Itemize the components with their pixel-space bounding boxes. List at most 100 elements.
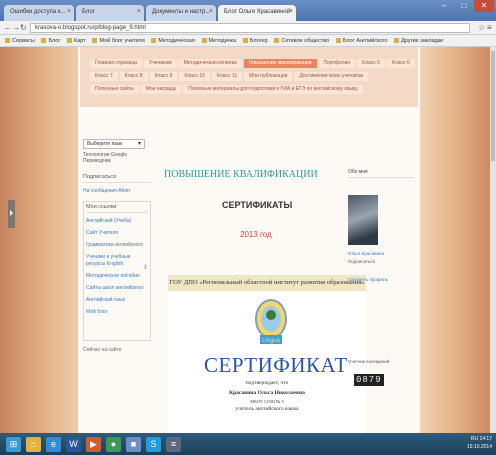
profile-name-link[interactable]: Ольга Красавина xyxy=(348,251,384,256)
menu-item[interactable]: Класс 8 xyxy=(119,72,148,81)
tab-close-icon[interactable]: × xyxy=(289,8,293,15)
menu-item[interactable]: Главная страница xyxy=(90,59,142,68)
sidebar-link[interactable]: Сайты школ английского xyxy=(86,285,148,292)
subscribe-link[interactable]: На сообщения Atom xyxy=(83,188,151,195)
about-heading: Обо мне xyxy=(348,169,414,178)
sidebar-link[interactable]: Ученики и учебные ресурсы English xyxy=(86,254,148,268)
bookmark-item[interactable]: Мой блог учителя xyxy=(92,35,145,46)
tab-label: Документы и настр... xyxy=(152,9,211,15)
folder-icon[interactable]: ■ xyxy=(126,437,141,452)
sidebar-link[interactable]: Мой блог xyxy=(86,309,148,316)
star-icon[interactable]: ☆ xyxy=(478,23,485,33)
explorer-icon[interactable]: ⌂ xyxy=(26,437,41,452)
menu-item[interactable]: Ученикам xyxy=(143,59,177,68)
bookmark-item[interactable]: Карт xyxy=(67,35,86,46)
page-title: ПОВЫШЕНИЕ КВАЛИФИКАЦИИ xyxy=(164,169,318,180)
tray-date[interactable]: 19.10.2014 xyxy=(467,443,492,451)
minimize-icon[interactable]: – xyxy=(434,0,454,12)
bookmark-item[interactable]: Блог xyxy=(41,35,60,46)
forward-icon[interactable]: → xyxy=(12,23,20,33)
bookmark-item[interactable]: Блогер xyxy=(242,35,268,46)
tab-close-icon[interactable]: × xyxy=(209,8,213,15)
sidebar-link[interactable]: Английский (Учеба) xyxy=(86,218,148,225)
menu-row: Класс 7 Класс 8 Класс 9 Класс 10 Класс 11 Мои… xyxy=(90,72,370,81)
menu-item[interactable]: Полезные материалы для подготовки к ГИА … xyxy=(183,85,363,94)
bookmark-favicon-icon xyxy=(67,38,73,44)
skype-icon[interactable]: S xyxy=(146,437,161,452)
tab-2[interactable]: Блог × xyxy=(76,5,144,21)
tab-close-icon[interactable]: × xyxy=(67,8,71,15)
menu-item[interactable]: Методическая копилка xyxy=(178,59,242,68)
ie-icon[interactable]: e xyxy=(46,437,61,452)
menu-item[interactable]: Мои награды xyxy=(140,85,182,94)
profile-photo[interactable] xyxy=(348,195,378,245)
menu-item[interactable]: Повышение квалификации xyxy=(243,59,317,68)
bookmark-favicon-icon xyxy=(5,38,10,44)
bookmark-item[interactable]: Методическая xyxy=(151,35,195,46)
decorative-background-left xyxy=(0,47,90,433)
start-icon[interactable]: ⊞ xyxy=(6,437,21,452)
menu-item[interactable]: Мои публикации xyxy=(244,72,293,81)
certificate-issuer: ГОУ ДПО «Региональный областной институт… xyxy=(168,275,366,291)
tray-time[interactable]: 14:17 xyxy=(479,436,492,442)
menu-item[interactable]: Класс 6 xyxy=(386,59,415,68)
reload-icon[interactable]: ↻ xyxy=(20,23,27,33)
word-icon[interactable]: W xyxy=(66,437,81,452)
menu-item[interactable]: Класс 10 xyxy=(179,72,210,81)
certificate-name: Красавина Ольга Николаевна xyxy=(229,390,305,396)
media-icon[interactable]: ▶ xyxy=(86,437,101,452)
year-label: 2013 год xyxy=(240,230,272,239)
menu-item[interactable]: Класс 7 xyxy=(90,72,118,81)
menu-item[interactable]: Достижения моих учеников xyxy=(294,72,369,81)
tab-label: Блог Ольги Красавиной xyxy=(224,9,291,15)
bookmark-favicon-icon xyxy=(201,38,207,44)
close-window-icon[interactable]: ✕ xyxy=(474,0,494,12)
bookmark-favicon-icon xyxy=(394,38,400,44)
certificate-school: МБОУ СОШ № 5 xyxy=(250,399,284,404)
sidebar-link[interactable]: Методическое пособие xyxy=(86,273,148,280)
tab-close-icon[interactable]: × xyxy=(137,8,141,15)
network-icon[interactable]: ≡ xyxy=(166,437,181,452)
widget-scroll-icon[interactable]: ⇕ xyxy=(143,264,148,271)
sidebar-link[interactable]: Английский язык xyxy=(86,297,148,304)
sidebar-link[interactable]: Сайт Учителя xyxy=(86,230,148,237)
decorative-background-right xyxy=(418,47,496,433)
scrollbar-thumb[interactable] xyxy=(491,51,495,161)
menu-item[interactable]: Класс 9 xyxy=(149,72,178,81)
tab-1[interactable]: Ошибки доступа к... × xyxy=(4,5,74,21)
menu-item[interactable]: Портфолио xyxy=(318,59,356,68)
menu-item[interactable]: Класс 11 xyxy=(211,72,243,81)
bookmark-item[interactable]: Методичка xyxy=(201,35,236,46)
bookmark-item[interactable]: Блог Английского xyxy=(335,35,387,46)
bookmark-item[interactable]: Сетевое общество xyxy=(274,35,329,46)
follow-link[interactable]: Подписаться xyxy=(348,259,375,264)
certificate-image[interactable]: ГОУ ДПО «Региональный областной институт… xyxy=(168,275,366,433)
bookmark-favicon-icon xyxy=(92,38,98,44)
full-profile-link[interactable]: Смотреть профиль xyxy=(348,277,388,282)
language-select[interactable]: Выберите язык ▾ xyxy=(83,139,145,149)
url-input[interactable]: krasova-o.blogspot.ru/p/blog-page_9.html xyxy=(30,23,470,33)
menu-item[interactable]: Класс 5 xyxy=(357,59,385,68)
tab-3[interactable]: Документы и настр... × xyxy=(146,5,216,21)
menu-icon[interactable]: ≡ xyxy=(487,23,492,33)
chrome-icon[interactable]: ● xyxy=(106,437,121,452)
bookmark-item[interactable]: Сервисы xyxy=(5,35,35,46)
back-icon[interactable]: ← xyxy=(4,23,12,33)
side-expand-icon[interactable] xyxy=(8,200,15,228)
tray-lang[interactable]: RU xyxy=(471,436,478,442)
bookmark-item[interactable]: Другие закладки xyxy=(394,35,443,46)
page-scrollbar[interactable] xyxy=(490,47,496,433)
bookmark-favicon-icon xyxy=(41,38,47,44)
chevron-down-icon: ▾ xyxy=(137,141,141,147)
bookmark-favicon-icon xyxy=(274,38,280,44)
right-sidebar: Обо мне Ольга Красавина Подписаться Смот… xyxy=(348,169,414,386)
maximize-icon[interactable]: □ xyxy=(454,0,474,12)
tab-active[interactable]: Блог Ольги Красавиной × xyxy=(218,5,296,21)
menu-item[interactable]: Полезные сайты xyxy=(90,85,139,94)
links-heading: Мои ссылки xyxy=(86,204,148,213)
bookmark-favicon-icon xyxy=(335,38,341,44)
certificate-title: СЕРТИФИКАТ xyxy=(204,353,348,377)
address-bar-row: ← → ↻ krasova-o.blogspot.ru/p/blog-page_… xyxy=(0,21,496,35)
bookmark-favicon-icon xyxy=(151,38,157,44)
sidebar-link[interactable]: Грамматика английского xyxy=(86,242,148,249)
